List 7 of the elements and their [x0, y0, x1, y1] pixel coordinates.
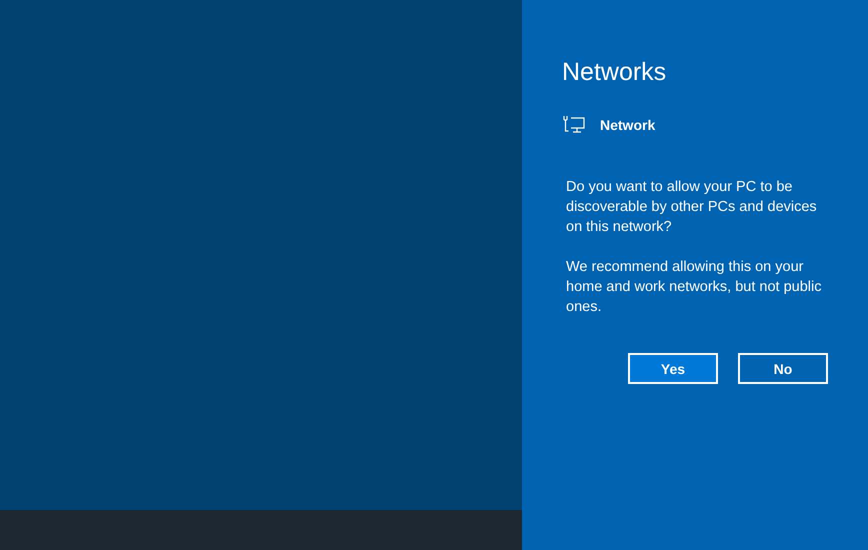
panel-title: Networks — [562, 58, 668, 87]
network-name: Network — [600, 117, 656, 133]
network-icon — [563, 115, 585, 135]
decline-button[interactable]: No — [738, 353, 828, 384]
description-text: We recommend allowing this on your home and work networks, but not public ones. — [566, 258, 822, 317]
confirm-button[interactable]: Yes — [628, 353, 718, 384]
description-text: Do you want to allow your PC to be discoverable by other PCs and devices on this network? — [566, 178, 818, 237]
